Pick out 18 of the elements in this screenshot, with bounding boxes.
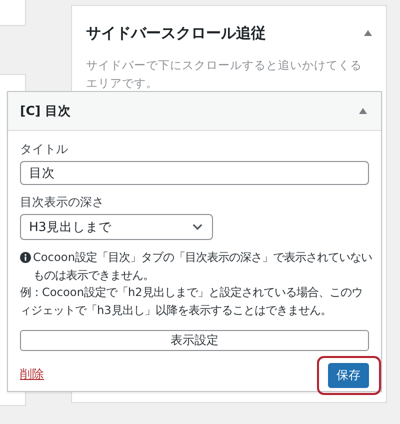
delete-link[interactable]: 削除 xyxy=(20,366,44,383)
save-button[interactable]: 保存 xyxy=(328,363,369,388)
field-label: 目次表示の深さ xyxy=(20,194,105,211)
info-icon xyxy=(20,252,31,263)
title-field[interactable]: 目次 xyxy=(20,161,369,185)
widget-header[interactable]: [C] 目次 xyxy=(8,92,381,131)
collapse-icon[interactable] xyxy=(359,108,367,114)
area-title: サイドバースクロール追従 xyxy=(86,24,266,42)
note-text: Cocoon設定「目次」タブの「目次表示の深さ」で表示されていないものは表示できません。 xyxy=(33,250,372,284)
depth-select[interactable]: H3見出しまで xyxy=(20,214,213,240)
display-settings-button[interactable]: 表示設定 xyxy=(20,330,369,351)
chevron-down-icon xyxy=(192,223,203,231)
collapse-icon[interactable] xyxy=(364,30,372,36)
note-text: 例：Cocoon設定で「h2見出しまで」と設定されている場合、このウィジェットで「h3見出し」以降を表示することはできません。 xyxy=(20,285,364,318)
field-label: タイトル xyxy=(20,141,69,158)
widget-title: [C] 目次 xyxy=(20,102,71,120)
panel-background xyxy=(0,0,26,26)
area-description: サイドバーで下にスクロールすると追いかけてくるエリアです。 xyxy=(86,57,363,92)
